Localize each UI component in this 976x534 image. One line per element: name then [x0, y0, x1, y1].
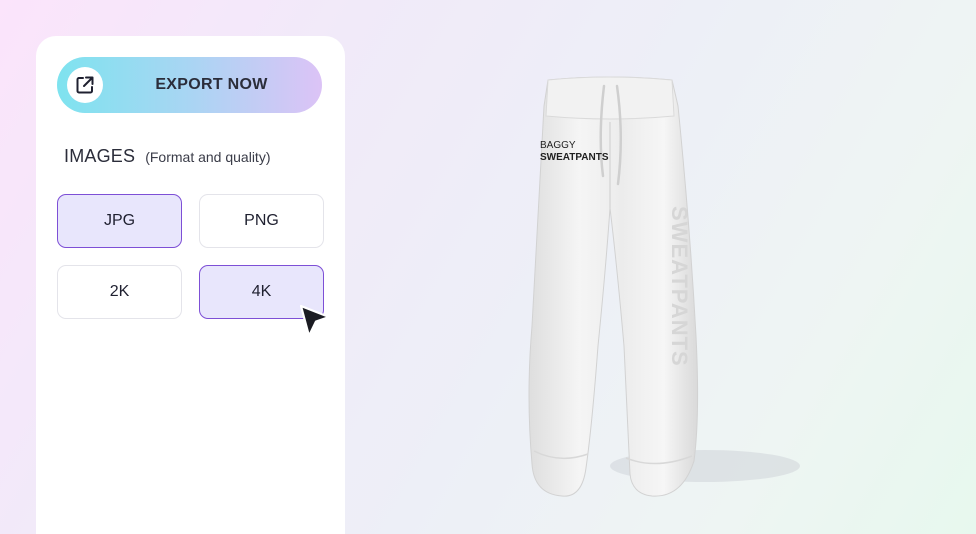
images-title: IMAGES — [64, 146, 136, 166]
print-line-1: BAGGY — [540, 140, 576, 151]
images-section-header: IMAGES (Format and quality) — [64, 146, 271, 167]
format-option-png[interactable]: PNG — [199, 194, 324, 248]
export-now-button[interactable]: EXPORT NOW — [57, 57, 322, 113]
format-option-jpg[interactable]: JPG — [57, 194, 182, 248]
print-line-2: SWEATPANTS — [540, 152, 609, 163]
images-subtitle: (Format and quality) — [145, 149, 271, 165]
sweatpants-mockup: BAGGY SWEATPANTS SWEATPANTS — [528, 76, 800, 497]
mouse-pointer-icon — [299, 304, 331, 338]
export-now-label: EXPORT NOW — [155, 76, 268, 93]
quality-option-2k[interactable]: 2K — [57, 265, 182, 319]
side-print: SWEATPANTS — [667, 206, 692, 367]
external-link-icon — [67, 67, 103, 103]
export-panel: EXPORT NOW IMAGES (Format and quality) J… — [36, 36, 345, 534]
